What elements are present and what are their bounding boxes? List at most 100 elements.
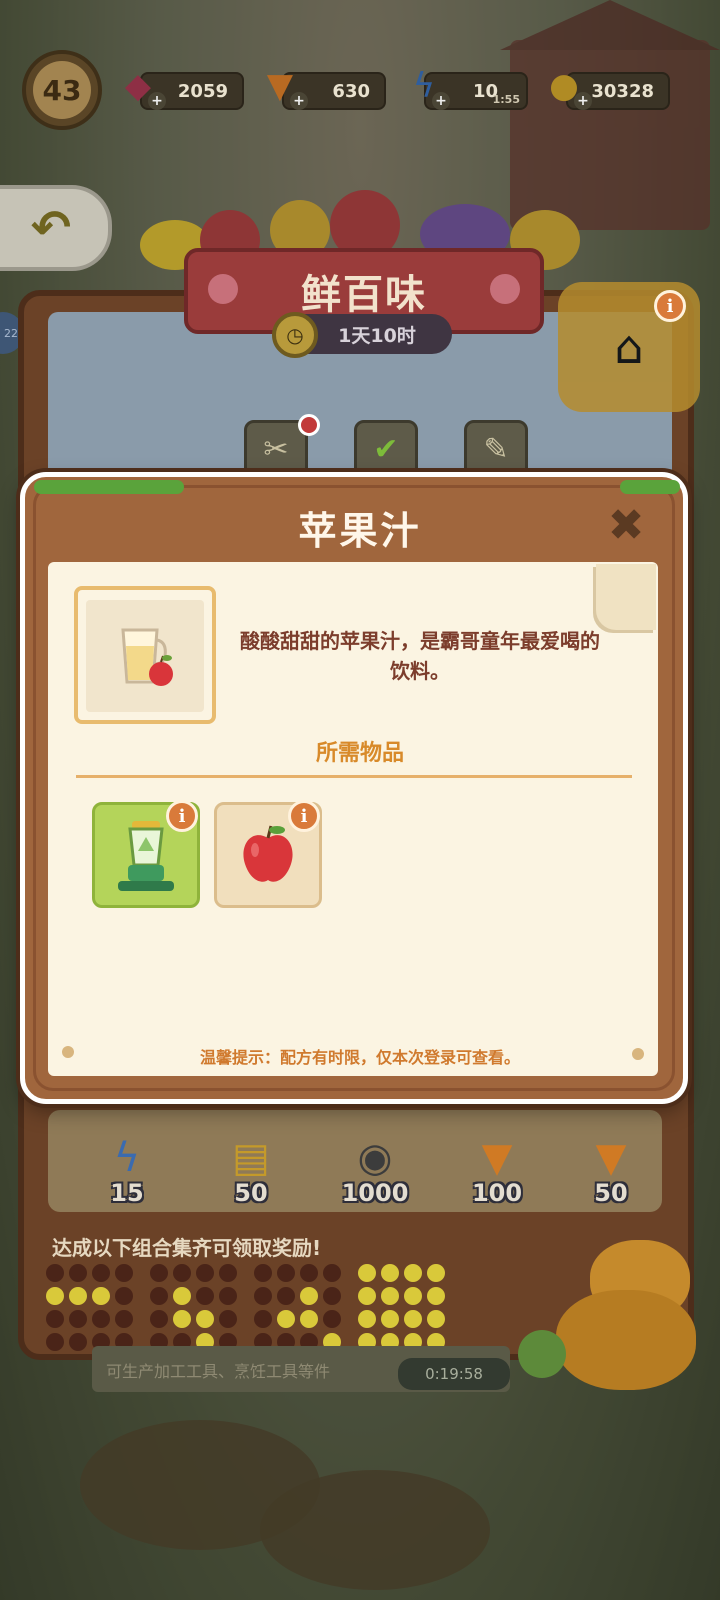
reward-item[interactable]: ◉ 1000 [330, 1125, 420, 1207]
gems-plus-button[interactable]: + [148, 92, 166, 110]
combo-dot [69, 1333, 87, 1351]
combo-dot [115, 1264, 133, 1282]
back-button[interactable]: ↶ [0, 185, 112, 271]
combo-dot [69, 1310, 87, 1328]
combo-dot [46, 1310, 64, 1328]
reward-amount: 50 [594, 1179, 628, 1207]
divider-line [76, 775, 632, 778]
close-button[interactable]: ✖ [604, 504, 648, 548]
combo-dot [46, 1333, 64, 1351]
combo-dot [196, 1287, 214, 1305]
combo-dot [92, 1264, 110, 1282]
event-info-button[interactable]: i [654, 290, 686, 322]
check-tab[interactable]: ✔ [354, 420, 418, 478]
combo-dot [219, 1287, 237, 1305]
paint-tab[interactable]: ✎ [464, 420, 528, 478]
bottom-strip-text: 可生产加工工具、烹饪工具等件 [106, 1362, 331, 1381]
back-arrow-icon: ↶ [30, 200, 72, 256]
reward-amount: 50 [234, 1179, 268, 1207]
combo-pattern [150, 1264, 237, 1351]
lightning-icon: ϟ [113, 1135, 141, 1181]
combo-dot [150, 1310, 168, 1328]
side-tab-number: 22 [4, 326, 18, 340]
pumpkin-decoration [556, 1290, 696, 1390]
reward-item[interactable]: ϟ 15 [82, 1125, 172, 1207]
combo-dot [427, 1287, 445, 1305]
player-level-value: 43 [33, 61, 91, 119]
apple-info-button[interactable]: i [288, 800, 320, 832]
combo-dot [150, 1264, 168, 1282]
coupon-icon: ▤ [232, 1135, 270, 1181]
coins-value: 30328 [591, 80, 654, 102]
combo-dot [381, 1310, 399, 1328]
combo-dot [323, 1264, 341, 1282]
combo-dot [173, 1310, 191, 1328]
grass-decoration [34, 480, 184, 494]
combo-dot [358, 1287, 376, 1305]
combo-dot [404, 1310, 422, 1328]
combo-dot [254, 1287, 272, 1305]
clock-icon: ◷ [272, 312, 318, 358]
energy-plus-button[interactable]: + [432, 92, 450, 110]
apple-juice-image [86, 600, 204, 712]
apple-juice-icon [121, 628, 173, 686]
green-apple-decoration [518, 1330, 566, 1378]
combo-dot [46, 1264, 64, 1282]
coins-plus-button[interactable]: + [574, 92, 592, 110]
combo-dot [69, 1264, 87, 1282]
carrot-icon: ▼ [481, 1135, 513, 1181]
paint-icon: ✎ [483, 431, 509, 467]
combo-dot [358, 1264, 376, 1282]
combo-dot [46, 1287, 64, 1305]
combo-dot [92, 1310, 110, 1328]
event-title: 鲜百味 [301, 272, 427, 318]
combo-dot [115, 1287, 133, 1305]
bottom-timer: 0:19:58 [398, 1358, 510, 1390]
combo-dot [381, 1264, 399, 1282]
combo-dot [404, 1287, 422, 1305]
combo-dot [427, 1310, 445, 1328]
juicer-info-button[interactable]: i [166, 800, 198, 832]
reward-amount: 15 [110, 1179, 144, 1207]
gems-value: 2059 [177, 80, 228, 102]
combo-dot [196, 1264, 214, 1282]
carrots-plus-button[interactable]: + [290, 92, 308, 110]
combo-dot [277, 1287, 295, 1305]
combo-dot [115, 1310, 133, 1328]
combo-dot [254, 1264, 272, 1282]
combo-dot [323, 1287, 341, 1305]
combo-dot [404, 1264, 422, 1282]
combo-dot [277, 1310, 295, 1328]
combo-dot [300, 1310, 318, 1328]
combo-dot [300, 1287, 318, 1305]
reward-item[interactable]: ▼ 50 [566, 1125, 656, 1207]
banner-ornament-icon [208, 274, 238, 304]
player-level-badge[interactable]: 43 [22, 50, 102, 130]
combo-dot [254, 1310, 272, 1328]
combo-dot [381, 1287, 399, 1305]
reward-amount: 1000 [341, 1179, 409, 1207]
banner-ornament-icon [490, 274, 520, 304]
combo-dot [427, 1264, 445, 1282]
combo-dot [173, 1264, 191, 1282]
combo-pattern [254, 1264, 341, 1351]
combo-dot [173, 1287, 191, 1305]
item-description: 酸酸甜甜的苹果汁，是霸哥童年最爱喝的饮料。 [240, 629, 600, 683]
close-icon: ✖ [607, 500, 645, 551]
check-icon: ✔ [373, 431, 399, 467]
combo-dot [69, 1287, 87, 1305]
grass-decoration [620, 480, 680, 494]
notification-dot [298, 414, 320, 436]
seed-icon: ◉ [357, 1135, 393, 1181]
combo-dot [92, 1287, 110, 1305]
combo-dot [358, 1310, 376, 1328]
scissors-icon: ✂ [263, 431, 289, 467]
apple-icon [243, 825, 293, 882]
reward-item[interactable]: ▼ 100 [452, 1125, 542, 1207]
reward-amount: 100 [471, 1179, 523, 1207]
combo-dot [219, 1310, 237, 1328]
combo-instruction: 达成以下组合集齐可领取奖励! [52, 1236, 322, 1260]
reward-item[interactable]: ▤ 50 [206, 1125, 296, 1207]
combo-dot [323, 1310, 341, 1328]
combo-dot [150, 1287, 168, 1305]
